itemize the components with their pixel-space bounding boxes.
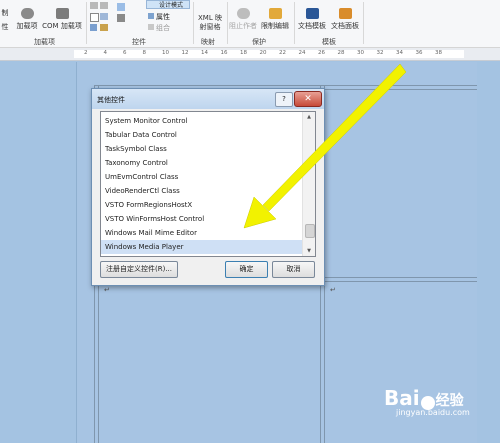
annotation-arrow — [243, 63, 407, 229]
watermark-suffix: 经验 — [435, 393, 464, 409]
watermark-url: jingyan.baidu.com — [396, 408, 470, 417]
watermark-brand: Bai — [384, 386, 420, 410]
arrow-shaft — [262, 63, 407, 212]
baidu-jingyan-watermark: Bai 经验 jingyan.baidu.com — [384, 386, 470, 417]
